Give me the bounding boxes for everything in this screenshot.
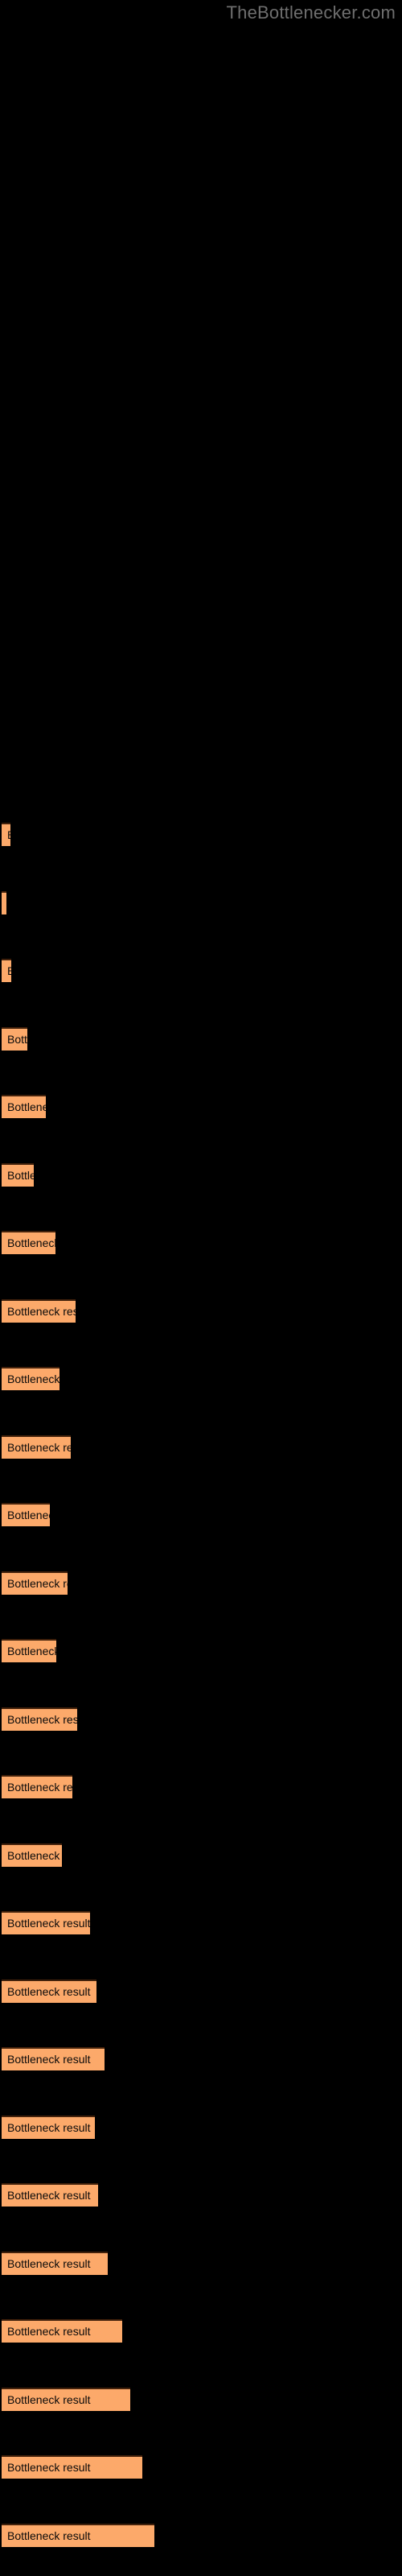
bar-label-clip: Bottleneck result <box>2 2455 142 2479</box>
bar-label: Bottleneck result <box>7 1441 71 1454</box>
bar-label: Bottleneck result <box>7 1100 46 1113</box>
bar-label-clip: Bottleneck result <box>2 2047 105 2070</box>
bar-label: Bottleneck result <box>7 2189 91 2202</box>
bar-label-clip: Bottleneck result <box>2 1027 27 1051</box>
bar-label: Bottleneck result <box>7 1713 77 1726</box>
bar-label-clip: Bottleneck result <box>2 1231 55 1254</box>
bar-label-clip: Bottleneck result <box>2 2183 98 2207</box>
bar-label-clip: Bottleneck result <box>2 1571 68 1595</box>
bar-label: Bottleneck result <box>7 1033 27 1046</box>
bar-label-clip: Bottleneck result <box>2 1979 96 2003</box>
bar-label-clip: Bottleneck result <box>2 1911 90 1934</box>
bar-label: Bottleneck result <box>7 2461 91 2474</box>
bar-chart-plot-area: Bottleneck result Bottleneck result Bottle… <box>0 0 402 2576</box>
bar-label: Bottleneck result <box>7 823 10 846</box>
bar-label: Bottleneck result <box>7 1781 72 1794</box>
bar-label: Bottleneck result <box>7 2393 91 2406</box>
bar-label-clip: Bottleneck result <box>2 1095 46 1118</box>
bar-label: Bottleneck result <box>7 1305 76 1318</box>
bar-label-clip: Bottleneck result <box>2 1503 50 1526</box>
bar-label-clip: Bottleneck result <box>2 1299 76 1323</box>
bar-label-clip: Bottleneck result <box>2 2524 154 2547</box>
bar-label-clip: Bottleneck result <box>2 823 10 846</box>
bar-label: Bottleneck result <box>7 1577 68 1590</box>
bar-label-clip: Bottleneck result <box>2 1367 59 1390</box>
bar-label: Bottleneck result <box>7 1645 56 1657</box>
bar-label-clip: Bottleneck result <box>2 2252 108 2275</box>
bar-label-clip: Bottleneck result <box>2 1775 72 1798</box>
bar-label: Bottleneck result <box>7 1917 90 1930</box>
bar-label: Bottleneck result <box>7 1849 62 1862</box>
bar-label: Bottleneck result <box>7 2529 91 2542</box>
bar-label: Bottleneck result <box>7 1373 59 1385</box>
bar-label-clip: Bottleneck result <box>2 2319 122 2343</box>
bar-label-clip: Bottleneck result <box>2 2388 130 2411</box>
bar-label: Bottleneck result <box>7 1236 55 1249</box>
bar-label-clip: Bottleneck result <box>2 1707 77 1731</box>
bar-label: Bottleneck result <box>7 1169 34 1182</box>
bar-label-clip: Bottleneck result <box>2 1843 62 1867</box>
bar-label-clip: Bottleneck result <box>2 891 6 914</box>
bar-label-clip: Bottleneck result <box>2 1163 34 1187</box>
bar-label: Bottleneck result <box>7 964 11 977</box>
bar-label-clip: Bottleneck result <box>2 2116 95 2139</box>
bar-label: Bottleneck result <box>7 2053 91 2066</box>
bar-label: Bottleneck result <box>7 1985 91 1998</box>
bar-label-clip: Bottleneck result <box>2 959 11 982</box>
bar-label-clip: Bottleneck result <box>2 1435 71 1459</box>
bar-label: Bottleneck result <box>7 2325 91 2338</box>
bar-label-clip: Bottleneck result <box>2 1639 56 1662</box>
bar-label: Bottleneck result <box>7 1509 50 1521</box>
bar-label: Bottleneck result <box>7 2257 91 2270</box>
chart-page: TheBottlenecker.com Bottleneck resultBot… <box>0 0 402 2576</box>
bar-label: Bottleneck result <box>7 2121 91 2134</box>
